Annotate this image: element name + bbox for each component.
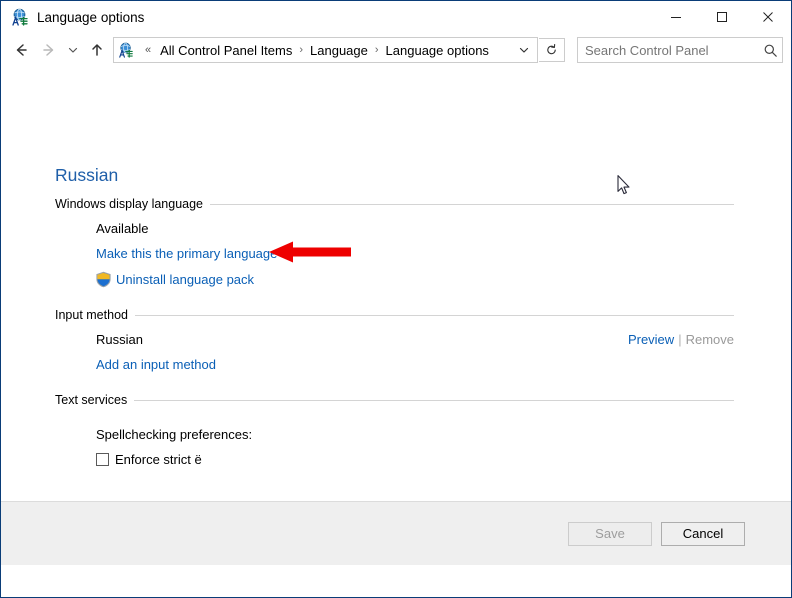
preview-link[interactable]: Preview xyxy=(628,332,674,347)
window-controls xyxy=(653,1,791,33)
refresh-icon xyxy=(547,44,556,55)
close-button[interactable] xyxy=(745,1,791,33)
enforce-strict-label: Enforce strict ë xyxy=(115,452,202,467)
input-method-actions: Preview | Remove xyxy=(628,332,734,347)
section-label: Input method xyxy=(55,308,128,322)
save-button: Save xyxy=(568,521,652,546)
enforce-strict-checkbox-row[interactable]: Enforce strict ë xyxy=(96,452,202,467)
recent-locations-button[interactable] xyxy=(63,36,83,64)
close-icon xyxy=(763,12,773,22)
content-area: Russian Windows display language Availab… xyxy=(1,67,791,565)
section-label: Text services xyxy=(55,393,128,407)
page-title: Russian xyxy=(55,165,119,185)
breadcrumb-item-language-options[interactable]: Language options xyxy=(383,41,492,60)
red-arrow-pointer xyxy=(269,240,351,264)
dialog-footer: Save Cancel xyxy=(1,501,791,565)
language-globe-icon xyxy=(118,42,134,58)
language-options-window: Language options « All Control Panel Ite… xyxy=(0,0,792,598)
mouse-pointer-icon xyxy=(617,175,631,196)
uninstall-language-pack-link[interactable]: Uninstall language pack xyxy=(116,272,254,287)
remove-link: Remove xyxy=(685,332,734,347)
section-header-text-services: Text services xyxy=(55,393,734,407)
display-language-status: Available xyxy=(96,221,149,236)
uac-shield-icon xyxy=(95,271,112,288)
input-method-name: Russian xyxy=(96,332,143,347)
add-input-method-link[interactable]: Add an input method xyxy=(96,357,216,372)
window-title: Language options xyxy=(37,9,145,25)
address-bar[interactable]: « All Control Panel Items › Language › L… xyxy=(113,37,538,63)
breadcrumb-separator[interactable]: › xyxy=(295,44,307,56)
navigation-bar: « All Control Panel Items › Language › L… xyxy=(1,33,791,67)
chevron-down-icon xyxy=(519,47,529,53)
spellchecking-preferences-label: Spellchecking preferences: xyxy=(96,427,253,442)
search-icon[interactable] xyxy=(758,43,782,58)
breadcrumb-item-all-control-panel-items[interactable]: All Control Panel Items xyxy=(157,41,295,60)
back-arrow-icon xyxy=(16,44,27,56)
up-arrow-icon xyxy=(92,44,102,56)
section-divider xyxy=(134,399,734,401)
maximize-button[interactable] xyxy=(699,1,745,33)
refresh-button[interactable] xyxy=(539,38,565,62)
forward-button[interactable] xyxy=(35,36,63,64)
section-header-display-language: Windows display language xyxy=(55,197,734,211)
back-button[interactable] xyxy=(7,36,35,64)
forward-arrow-icon xyxy=(43,44,54,56)
section-header-input-method: Input method xyxy=(55,308,734,322)
section-divider xyxy=(134,314,734,316)
maximize-icon xyxy=(717,12,727,22)
action-separator: | xyxy=(678,332,682,347)
breadcrumb-separator[interactable]: › xyxy=(371,44,383,56)
section-divider xyxy=(210,203,734,205)
enforce-strict-checkbox[interactable] xyxy=(96,453,109,466)
make-primary-language-link[interactable]: Make this the primary language xyxy=(96,246,277,261)
cancel-button[interactable]: Cancel xyxy=(661,521,745,546)
address-dropdown-button[interactable] xyxy=(511,39,537,61)
breadcrumb-overflow[interactable]: « xyxy=(139,44,157,56)
section-label: Windows display language xyxy=(55,197,204,211)
minimize-button[interactable] xyxy=(653,1,699,33)
up-button[interactable] xyxy=(83,36,111,64)
title-bar: Language options xyxy=(1,1,791,33)
language-globe-icon xyxy=(11,8,29,26)
minimize-icon xyxy=(671,17,681,18)
search-box[interactable] xyxy=(577,37,783,63)
search-input[interactable] xyxy=(578,42,758,58)
breadcrumb-item-language[interactable]: Language xyxy=(307,41,371,60)
chevron-down-icon xyxy=(68,47,78,53)
